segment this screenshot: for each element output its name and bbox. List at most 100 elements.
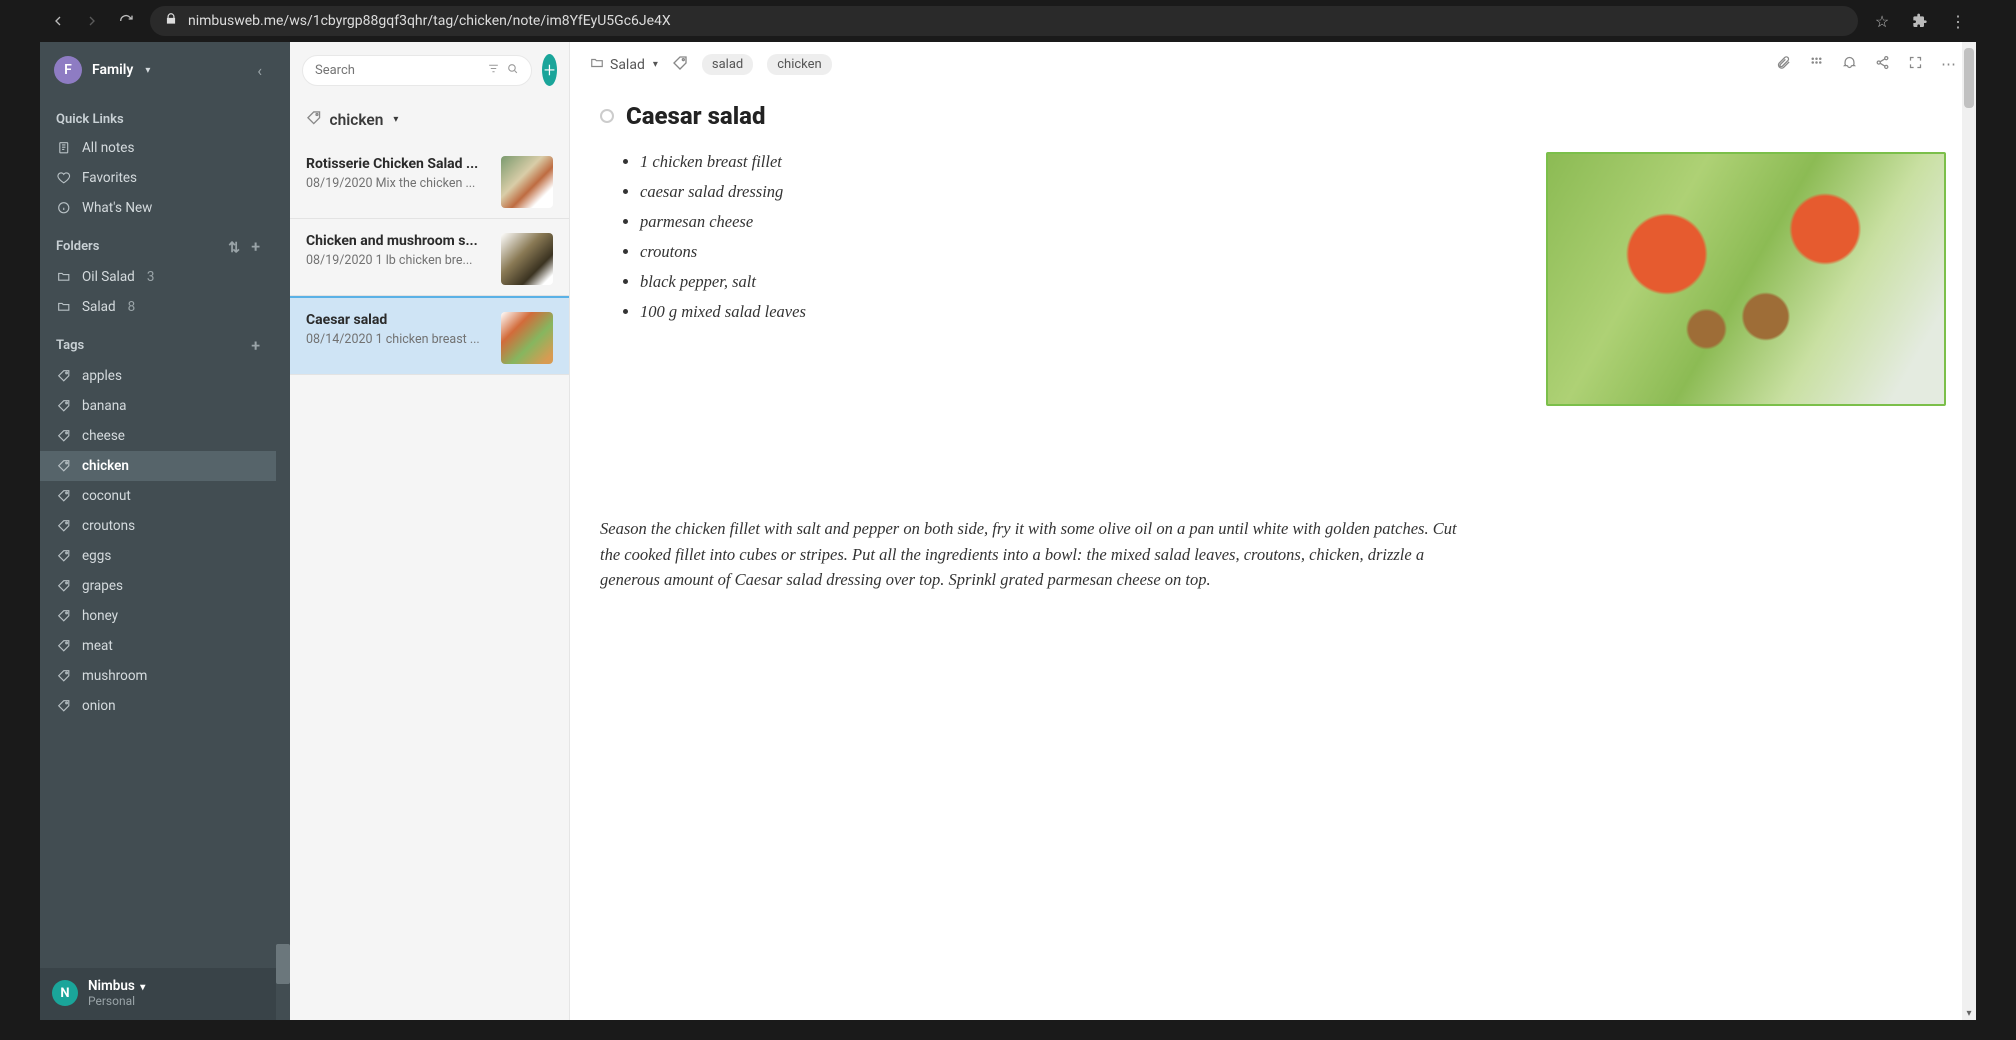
note-thumbnail [501,233,553,285]
tag-icon [56,428,72,444]
browser-menu-button[interactable]: ⋮ [1948,11,1968,31]
tag-icon [56,578,72,594]
ingredient-item: croutons [640,242,806,262]
breadcrumb[interactable]: Salad ▾ [590,56,658,74]
heart-icon [56,170,72,186]
sidebar-tag-coconut[interactable]: coconut [40,481,276,511]
extensions-button[interactable] [1910,11,1930,31]
tag-icon [56,488,72,504]
sort-folders-button[interactable]: ⇅ [228,240,240,256]
forward-button[interactable] [82,11,102,31]
sidebar-tag-grapes[interactable]: grapes [40,571,276,601]
note-list-item-selected[interactable]: Caesar salad 08/14/2020 1 chicken breast… [290,296,569,375]
sidebar-tag-meat[interactable]: meat [40,631,276,661]
chevron-down-icon: ▾ [653,59,658,70]
note-list-item[interactable]: Chicken and mushroom s... 08/19/2020 1 l… [290,219,569,296]
ingredient-item: 1 chicken breast fillet [640,152,806,172]
lock-icon [164,12,178,30]
sidebar-tag-onion[interactable]: onion [40,691,276,721]
more-button[interactable]: ⋯ [1941,55,1956,74]
account-switcher[interactable]: N Nimbus ▾ Personal [40,968,276,1020]
reload-button[interactable] [116,11,136,31]
folder-icon [590,56,604,74]
tag-icon [672,55,688,75]
todo-circle-icon[interactable] [600,109,614,123]
url-text: nimbusweb.me/ws/1cbyrgp88gqf3qhr/tag/chi… [188,13,671,29]
browser-toolbar: nimbusweb.me/ws/1cbyrgp88gqf3qhr/tag/chi… [40,0,1976,42]
tag-icon [56,548,72,564]
note-hero-image[interactable] [1546,152,1946,406]
chevron-down-icon: ▾ [145,65,150,76]
sidebar-item-whats-new[interactable]: What's New [40,193,276,223]
ingredient-item: parmesan cheese [640,212,806,232]
share-button[interactable] [1875,55,1890,74]
tag-filter-row[interactable]: chicken ▾ [290,98,569,142]
folder-icon [56,299,72,315]
tag-icon [56,698,72,714]
search-input-wrap[interactable] [302,55,532,86]
attachment-button[interactable] [1776,55,1791,74]
workspace-name: Family [92,62,133,78]
tag-chip[interactable]: chicken [767,54,831,75]
content-scrollbar[interactable]: ▾ [1962,42,1976,1020]
filter-icon[interactable] [487,62,500,79]
new-note-button[interactable]: + [542,54,557,86]
sidebar-item-favorites[interactable]: Favorites [40,163,276,193]
expand-button[interactable] [1908,55,1923,74]
sidebar: F Family ▾ ‹ Quick Links All notes Favor… [40,42,276,1020]
folder-icon [56,269,72,285]
note-list-panel: + chicken ▾ Rotisserie Chicken Salad ...… [290,42,570,1020]
note-content-panel: Salad ▾ salad chicken ⋯ Caes [570,42,1976,1020]
address-bar[interactable]: nimbusweb.me/ws/1cbyrgp88gqf3qhr/tag/chi… [150,6,1858,36]
note-title[interactable]: Caesar salad [626,102,765,130]
tag-icon [56,398,72,414]
account-avatar: N [52,980,78,1006]
chevron-down-icon: ▾ [393,114,398,125]
ingredient-item: caesar salad dressing [640,182,806,202]
sidebar-folder-oil-salad[interactable]: Oil Salad 3 [40,262,276,292]
sidebar-folder-salad[interactable]: Salad 8 [40,292,276,322]
tag-chip[interactable]: salad [702,54,753,75]
sidebar-tag-banana[interactable]: banana [40,391,276,421]
chevron-down-icon: ▾ [140,982,145,993]
instructions-text[interactable]: Season the chicken fillet with salt and … [600,516,1480,593]
folders-label: Folders ⇅ + [40,223,276,262]
tag-icon [306,110,322,130]
note-list-item[interactable]: Rotisserie Chicken Salad ... 08/19/2020 … [290,142,569,219]
workspace-avatar: F [54,56,82,84]
tags-label: Tags + [40,322,276,361]
sidebar-tag-croutons[interactable]: croutons [40,511,276,541]
tag-icon [56,518,72,534]
add-folder-button[interactable]: + [251,237,260,256]
quick-links-label: Quick Links [40,98,276,133]
ingredient-item: 100 g mixed salad leaves [640,302,806,322]
search-icon[interactable] [506,62,519,79]
sidebar-tag-mushroom[interactable]: mushroom [40,661,276,691]
search-input[interactable] [315,63,481,78]
ingredient-item: black pepper, salt [640,272,806,292]
sidebar-tag-chicken[interactable]: chicken [40,451,276,481]
tag-icon [56,668,72,684]
sidebar-scrollbar[interactable] [276,42,290,1020]
reminder-button[interactable] [1842,55,1857,74]
tag-icon [56,608,72,624]
sidebar-tag-cheese[interactable]: cheese [40,421,276,451]
note-thumbnail [501,312,553,364]
back-button[interactable] [48,11,68,31]
add-tag-button[interactable]: + [251,336,260,355]
ingredients-list[interactable]: 1 chicken breast fillet caesar salad dres… [640,152,806,332]
sidebar-tag-honey[interactable]: honey [40,601,276,631]
info-icon [56,200,72,216]
tag-icon [56,458,72,474]
sidebar-tag-apples[interactable]: apples [40,361,276,391]
sidebar-tag-eggs[interactable]: eggs [40,541,276,571]
workspace-switcher[interactable]: F Family ▾ ‹ [40,42,276,98]
sidebar-item-all-notes[interactable]: All notes [40,133,276,163]
tag-icon [56,638,72,654]
tag-icon [56,368,72,384]
chevron-down-icon: ▾ [1962,1006,1976,1020]
note-thumbnail [501,156,553,208]
apps-button[interactable] [1809,55,1824,74]
collapse-sidebar-button[interactable]: ‹ [257,61,262,80]
bookmark-button[interactable]: ☆ [1872,11,1892,31]
